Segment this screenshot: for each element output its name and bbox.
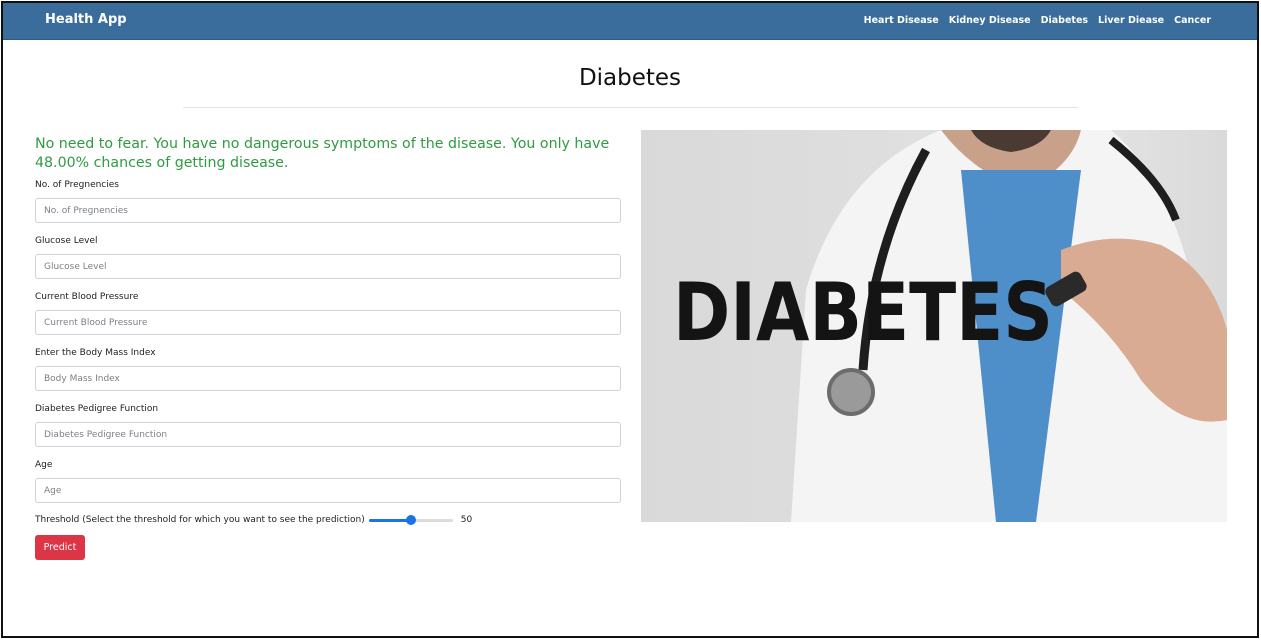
- age-label: Age: [35, 460, 53, 470]
- nav-link-kidney-disease[interactable]: Kidney Disease: [949, 15, 1031, 26]
- diabetes-hero-image: DIABETES: [641, 130, 1227, 522]
- nav-links: Heart Disease Kidney Disease Diabetes Li…: [864, 15, 1211, 26]
- slider-thumb[interactable]: [405, 515, 416, 525]
- navbar: Health App Heart Disease Kidney Disease …: [3, 3, 1257, 40]
- predict-button[interactable]: Predict: [35, 535, 85, 560]
- title-divider: [183, 107, 1078, 108]
- threshold-value: 50: [460, 515, 473, 525]
- pedigree-input[interactable]: [35, 422, 621, 447]
- nav-link-cancer[interactable]: Cancer: [1174, 15, 1211, 26]
- diabetes-handwritten-text: DIABETES: [673, 266, 1053, 359]
- blood-pressure-label: Current Blood Pressure: [35, 292, 139, 302]
- nav-link-liver-disease[interactable]: Liver Diease: [1098, 15, 1164, 26]
- threshold-label: Threshold (Select the threshold for whic…: [35, 515, 365, 525]
- threshold-slider[interactable]: [368, 514, 453, 526]
- pregnancies-label: No. of Pregnencies: [35, 180, 119, 190]
- stethoscope-chest-piece: [827, 368, 875, 416]
- nav-link-diabetes[interactable]: Diabetes: [1041, 15, 1088, 26]
- blood-pressure-input[interactable]: [35, 310, 621, 335]
- doctor-illustration: DIABETES: [673, 130, 1227, 522]
- nav-link-heart-disease[interactable]: Heart Disease: [864, 15, 939, 26]
- slider-fill: [368, 519, 411, 522]
- age-input[interactable]: [35, 478, 621, 503]
- page-title: Diabetes: [578, 65, 682, 91]
- glucose-input[interactable]: [35, 254, 621, 279]
- browser-frame: Health App Heart Disease Kidney Disease …: [1, 1, 1259, 638]
- brand-link[interactable]: Health App: [45, 12, 127, 27]
- pregnancies-input[interactable]: [35, 198, 621, 223]
- bmi-label: Enter the Body Mass Index: [35, 348, 156, 358]
- result-message: No need to fear. You have no dangerous s…: [35, 136, 610, 171]
- pedigree-label: Diabetes Pedigree Function: [35, 404, 159, 414]
- glucose-label: Glucose Level: [35, 236, 98, 246]
- bmi-input[interactable]: [35, 366, 621, 391]
- threshold-row: Threshold (Select the threshold for whic…: [35, 514, 472, 526]
